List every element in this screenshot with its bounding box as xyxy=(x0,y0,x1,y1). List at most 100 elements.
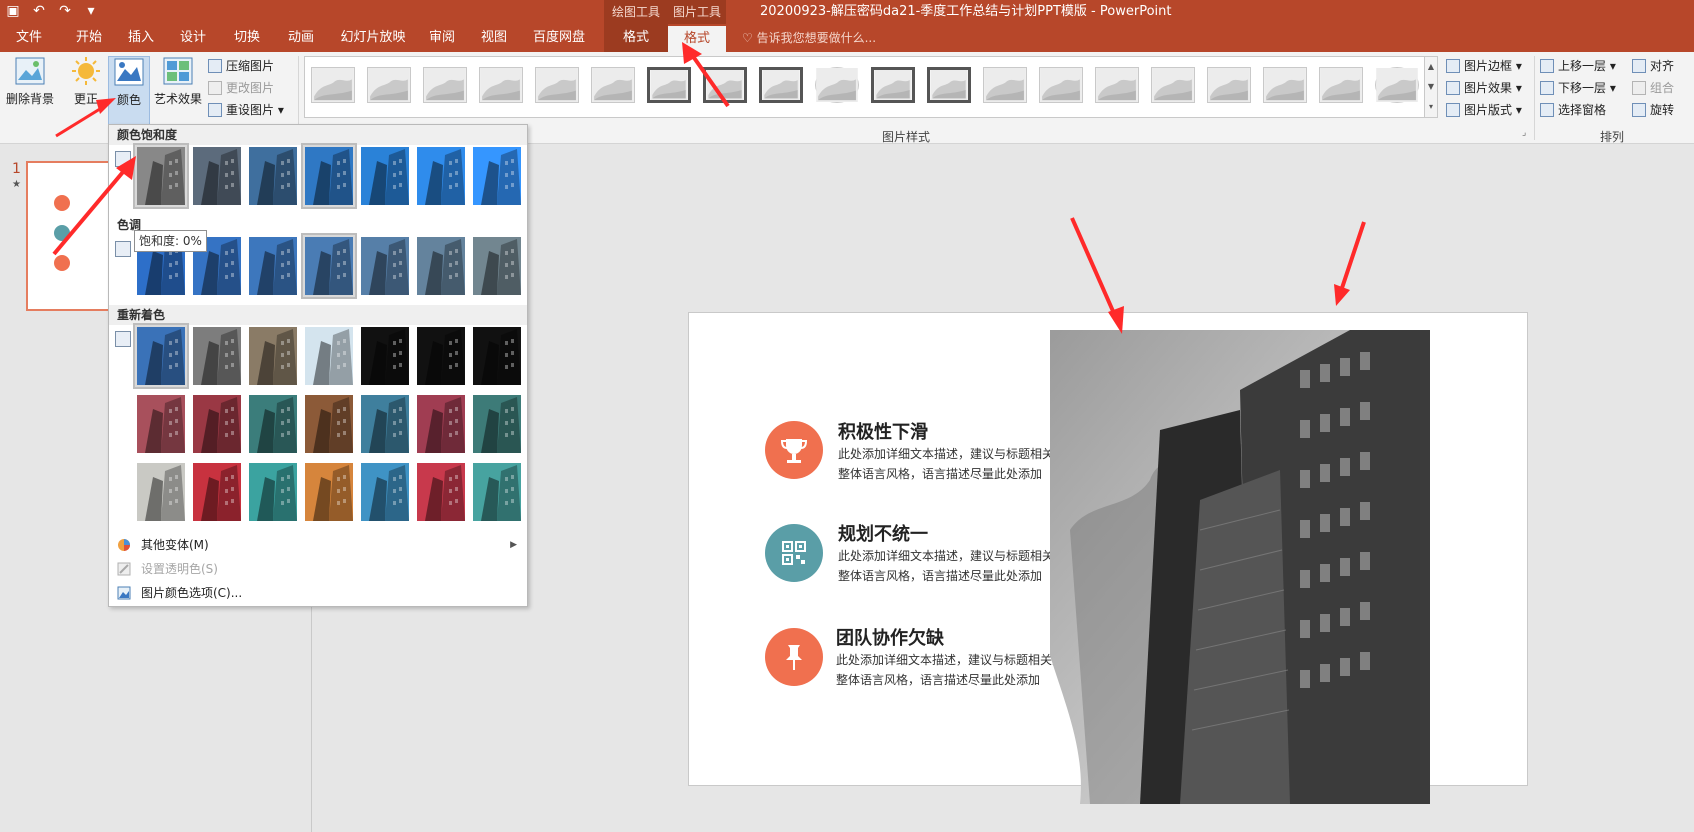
picture-style-option[interactable] xyxy=(703,67,747,103)
picture-style-option[interactable] xyxy=(759,67,803,103)
picture-color-options-menu-item[interactable]: 图片颜色选项(C)... xyxy=(109,581,527,605)
save-icon[interactable]: ▣ xyxy=(4,2,22,20)
color-swatch[interactable] xyxy=(133,323,189,389)
color-swatch[interactable] xyxy=(247,145,299,207)
picture-style-option[interactable] xyxy=(927,67,971,103)
picture-style-option[interactable] xyxy=(1151,67,1195,103)
set-transparent-color-menu-item[interactable]: 设置透明色(S) xyxy=(109,557,527,581)
color-swatch[interactable] xyxy=(303,461,355,523)
color-swatch[interactable] xyxy=(301,143,357,209)
color-swatch[interactable] xyxy=(471,325,523,387)
bring-forward-button[interactable]: 上移一层 ▾ xyxy=(1538,56,1616,76)
more-variations-menu-item[interactable]: 其他变体(M) ▶ xyxy=(109,533,527,557)
tab-baidu-netdisk[interactable]: 百度网盘 xyxy=(524,24,594,52)
gallery-up-icon[interactable]: ▲ xyxy=(1425,57,1437,77)
color-swatch[interactable] xyxy=(471,461,523,523)
color-swatch[interactable] xyxy=(247,235,299,297)
picture-style-option[interactable] xyxy=(1375,67,1419,103)
picture-style-option[interactable] xyxy=(591,67,635,103)
group-button[interactable]: 组合 xyxy=(1630,78,1674,98)
color-swatch[interactable] xyxy=(415,393,467,455)
picture-style-option[interactable] xyxy=(871,67,915,103)
tab-review[interactable]: 审阅 xyxy=(420,24,464,52)
picture-layout-button[interactable]: 图片版式 ▾ xyxy=(1444,100,1522,120)
artistic-effects-button[interactable]: 艺术效果 xyxy=(152,56,204,107)
picture-style-option[interactable] xyxy=(1207,67,1251,103)
send-backward-button[interactable]: 下移一层 ▾ xyxy=(1538,78,1616,98)
compress-pictures-button[interactable]: 压缩图片 xyxy=(206,56,274,76)
picture-style-option[interactable] xyxy=(423,67,467,103)
align-button[interactable]: 对齐 xyxy=(1630,56,1674,76)
color-swatch[interactable] xyxy=(191,393,243,455)
color-swatch[interactable] xyxy=(247,325,299,387)
remove-background-button[interactable]: 删除背景 xyxy=(4,56,56,107)
color-swatch[interactable] xyxy=(359,145,411,207)
picture-border-button[interactable]: 图片边框 ▾ xyxy=(1444,56,1522,76)
corrections-button[interactable]: 更正 xyxy=(66,56,106,107)
picture-style-option[interactable] xyxy=(1039,67,1083,103)
picture-style-option[interactable] xyxy=(647,67,691,103)
picture-style-option[interactable] xyxy=(1095,67,1139,103)
picture-style-option[interactable] xyxy=(1263,67,1307,103)
reset-picture-button[interactable]: 重设图片 ▾ xyxy=(206,100,284,120)
color-swatch[interactable] xyxy=(471,235,523,297)
color-swatch[interactable] xyxy=(359,325,411,387)
picture-style-option[interactable] xyxy=(815,67,859,103)
tell-me-search[interactable]: ♡ 告诉我您想要做什么... xyxy=(742,24,876,52)
change-picture-button[interactable]: 更改图片 xyxy=(206,78,274,98)
color-swatch[interactable] xyxy=(415,325,467,387)
color-swatch[interactable] xyxy=(359,235,411,297)
tab-insert[interactable]: 插入 xyxy=(116,24,166,52)
picture-style-option[interactable] xyxy=(311,67,355,103)
tab-drawing-format[interactable]: 格式 xyxy=(604,24,668,52)
tab-view[interactable]: 视图 xyxy=(472,24,516,52)
tab-picture-format[interactable]: 格式 xyxy=(668,26,726,52)
bullet-title[interactable]: 团队协作欠缺 xyxy=(836,624,944,650)
tab-home[interactable]: 开始 xyxy=(64,24,114,52)
tab-design[interactable]: 设计 xyxy=(168,24,218,52)
color-swatch[interactable] xyxy=(471,145,523,207)
color-swatch[interactable] xyxy=(133,143,189,209)
color-swatch[interactable] xyxy=(191,461,243,523)
color-swatch[interactable] xyxy=(359,461,411,523)
tab-slideshow[interactable]: 幻灯片放映 xyxy=(332,24,414,52)
color-swatch[interactable] xyxy=(303,393,355,455)
rotate-button[interactable]: 旋转 xyxy=(1630,100,1674,120)
selection-pane-button[interactable]: 选择窗格 xyxy=(1538,100,1606,120)
picture-style-option[interactable] xyxy=(535,67,579,103)
color-swatch[interactable] xyxy=(415,145,467,207)
bullet-title[interactable]: 规划不统一 xyxy=(838,520,928,546)
gallery-scroll[interactable]: ▲ ▼ ▾ xyxy=(1424,56,1438,118)
building-photo[interactable] xyxy=(1050,330,1430,804)
color-swatch[interactable] xyxy=(191,325,243,387)
gallery-more-icon[interactable]: ▾ xyxy=(1425,97,1437,117)
tab-file[interactable]: 文件 xyxy=(4,24,54,52)
color-swatch[interactable] xyxy=(359,393,411,455)
color-swatch[interactable] xyxy=(301,233,357,299)
tab-transitions[interactable]: 切换 xyxy=(222,24,272,52)
redo-icon[interactable]: ↷ xyxy=(56,2,74,20)
tab-animations[interactable]: 动画 xyxy=(276,24,326,52)
color-swatch[interactable] xyxy=(247,393,299,455)
color-swatch[interactable] xyxy=(135,461,187,523)
color-swatch[interactable] xyxy=(471,393,523,455)
color-swatch[interactable] xyxy=(247,461,299,523)
color-swatch[interactable] xyxy=(191,145,243,207)
undo-icon[interactable]: ↶ xyxy=(30,2,48,20)
reset-dropdown-arrow[interactable]: ▾ xyxy=(274,103,284,117)
color-swatch[interactable] xyxy=(135,393,187,455)
picture-effects-button[interactable]: 图片效果 ▾ xyxy=(1444,78,1522,98)
bullet-title[interactable]: 积极性下滑 xyxy=(838,418,928,444)
picture-style-option[interactable] xyxy=(983,67,1027,103)
color-button[interactable]: 颜色 xyxy=(108,56,150,126)
picture-styles-launcher-icon[interactable]: ⌟ xyxy=(1522,128,1526,138)
gallery-down-icon[interactable]: ▼ xyxy=(1425,77,1437,97)
effects-dropdown-arrow: ▾ xyxy=(1512,81,1522,95)
color-swatch[interactable] xyxy=(415,235,467,297)
color-swatch[interactable] xyxy=(415,461,467,523)
color-swatch[interactable] xyxy=(303,325,355,387)
customize-qat-icon[interactable]: ▾ xyxy=(82,2,100,20)
picture-style-option[interactable] xyxy=(1319,67,1363,103)
picture-style-option[interactable] xyxy=(479,67,523,103)
picture-style-option[interactable] xyxy=(367,67,411,103)
